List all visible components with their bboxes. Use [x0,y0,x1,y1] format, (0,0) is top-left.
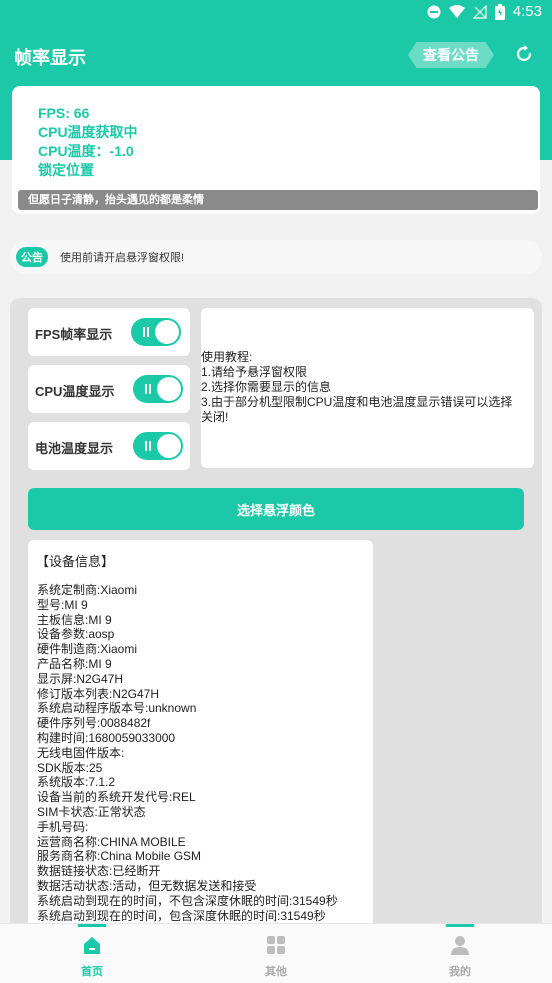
nav-active-indicator [78,924,106,927]
fps-value: FPS: 66 [38,105,90,121]
device-info-list: 系统定制商:Xiaomi 型号:MI 9 主板信息:MI 9 设备参数:aosp… [37,583,338,923]
choose-float-color-button[interactable]: 选择悬浮颜色 [28,488,524,530]
device-info-line: 系统启动到现在的时间，不包含深度休眠的时间:31549秒 [37,893,338,908]
device-info-line: SIM卡状态:正常状态 [37,804,146,819]
device-info-line: 系统定制商:Xiaomi [37,583,138,597]
tutorial-line: 使用教程: [201,350,253,364]
device-info-line: SDK版本:25 [37,760,103,775]
bottom-navigation: 首页 其他 我的 [0,923,552,983]
device-info-line: 无线电固件版本: [37,745,125,760]
device-info-line: 设备参数:aosp [37,627,115,642]
tutorial-line: 2.选择你需要显示的信息 [201,380,332,394]
toggle-battery-temp: 电池温度显示 [28,422,190,470]
nav-item-home[interactable]: 首页 [62,924,122,983]
view-notice-button[interactable]: 查看公告 [408,42,494,68]
device-info-line: 主板信息:MI 9 [37,612,112,627]
nav-item-me[interactable]: 我的 [430,924,490,983]
toggle-label: FPS帧率显示 [35,327,113,342]
notice-text: 使用前请开启悬浮窗权限! [60,252,185,264]
do-not-disturb-icon [427,5,441,18]
cpu-temp-status: CPU温度获取中 [38,124,138,140]
device-info-line: 设备当前的系统开发代号:REL [37,790,196,805]
switch-on-icon [145,384,153,394]
battery-temp-switch[interactable] [133,432,183,460]
wifi-icon [448,4,465,18]
nav-item-other[interactable]: 其他 [246,924,306,983]
switch-on-icon [143,327,151,337]
device-info-line: 硬件制造商:Xiaomi [37,642,138,657]
device-info-line: 运营商名称:CHINA MOBILE [37,834,186,849]
device-info-line: 服务商名称:China Mobile GSM [37,849,202,864]
fps-preview-lines: FPS: 66 CPU温度获取中 CPU温度：-1.0 锁定位置 [38,104,138,180]
grid-icon [267,936,285,954]
user-icon [451,936,469,955]
device-info-line: 型号:MI 9 [37,597,88,612]
fps-preview-card: FPS: 66 CPU温度获取中 CPU温度：-1.0 锁定位置 但愿日子清静，… [12,86,540,214]
device-info-line: 数据活动状态:活动，但无数据发送和接受 [37,878,257,893]
switch-knob [157,434,181,458]
notice-tag: 公告 [16,247,48,267]
nav-label: 首页 [81,966,103,978]
tutorial-box: 使用教程: 1.请给予悬浮窗权限 2.选择你需要显示的信息 3.由于部分机型限制… [201,308,534,468]
nav-indicator [446,924,474,927]
device-info-line: 系统启动到现在的时间，包含深度休眠的时间:31549秒 [37,908,326,923]
quote-banner: 但愿日子清静，抬头遇见的都是柔情 [18,190,538,210]
notice-bar: 公告 使用前请开启悬浮窗权限! [10,240,542,274]
status-bar: 4:53 [0,0,552,26]
tutorial-line: 3.由于部分机型限制CPU温度和电池温度显示错误可以选择 [201,395,513,409]
device-info-line: 系统启动程序版本号:unknown [37,701,197,716]
switch-knob [157,377,181,401]
cpu-temp-value: CPU温度：-1.0 [38,143,134,159]
clock: 4:53 [512,3,542,20]
refresh-icon[interactable] [514,44,534,64]
device-info-line: 硬件序列号:0088482f [37,716,151,731]
device-info-line: 显示屏:N2G47H [37,671,124,686]
nav-label: 其他 [265,966,287,978]
settings-panel: FPS帧率显示 CPU温度显示 电池温度显示 使用教程: 1.请给予悬浮窗权限 … [10,298,542,938]
fps-switch[interactable] [131,318,181,346]
device-info-line: 数据链接状态:已经断开 [37,864,161,879]
toggle-label: CPU温度显示 [35,384,115,399]
device-info-card: 【设备信息】 系统定制商:Xiaomi 型号:MI 9 主板信息:MI 9 设备… [28,540,373,938]
toggle-fps: FPS帧率显示 [28,308,190,356]
nav-label: 我的 [449,966,471,978]
device-info-heading: 【设备信息】 [36,554,115,569]
toggle-cpu-temp: CPU温度显示 [28,365,190,413]
tutorial-line: 1.请给予悬浮窗权限 [201,365,308,379]
lock-position-label: 锁定位置 [38,162,94,178]
no-signal-icon [472,4,487,19]
tutorial-line: 关闭! [201,410,229,424]
device-info-line: 产品名称:MI 9 [37,656,112,671]
device-info-line: 系统版本:7.1.2 [37,775,116,790]
toggle-label: 电池温度显示 [35,441,114,456]
switch-knob [155,320,179,344]
device-info-line: 修订版本列表:N2G47H [37,686,160,701]
battery-icon [494,3,505,20]
cpu-temp-switch[interactable] [133,375,183,403]
page-title: 帧率显示 [14,48,86,68]
device-info-line: 手机号码: [37,819,89,834]
home-icon [84,937,100,954]
device-info-line: 构建时间:1680059033000 [37,730,176,745]
switch-on-icon [145,441,153,451]
